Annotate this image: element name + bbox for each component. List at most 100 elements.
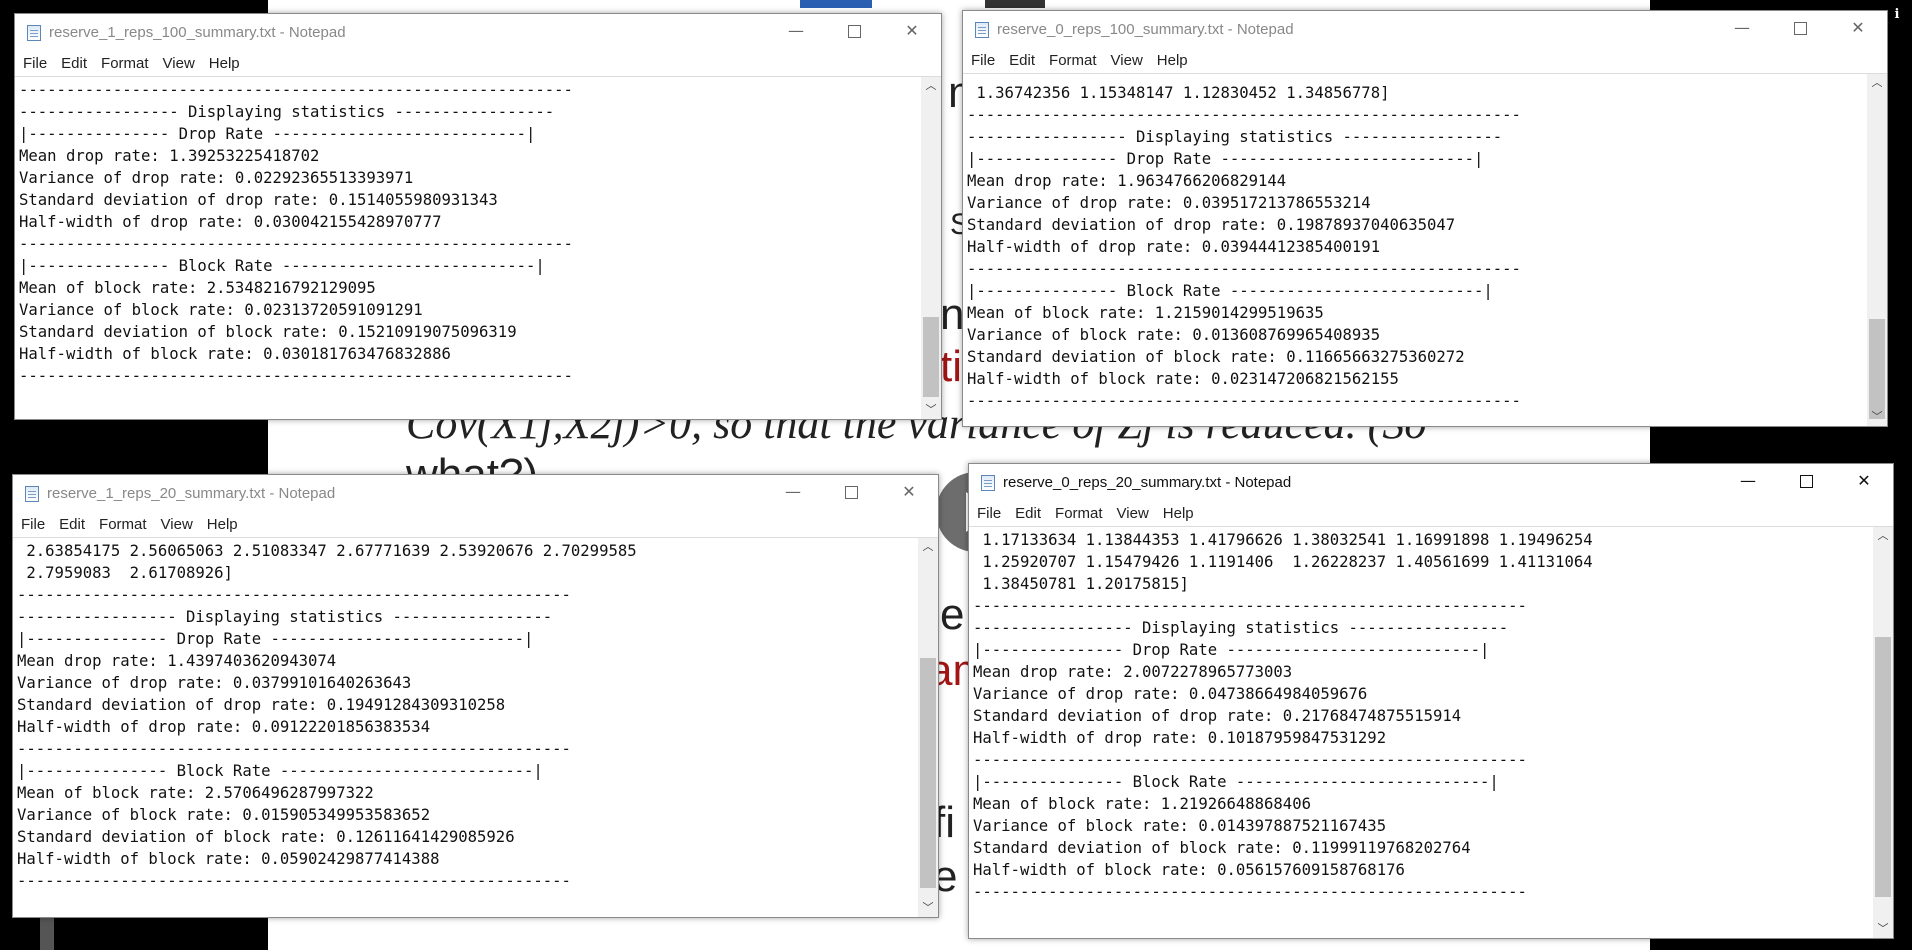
menu-view[interactable]: View [1103,49,1149,69]
text-line: ----------------------------------------… [17,740,571,758]
scroll-up-icon[interactable]: ︿ [921,77,941,95]
text-editor[interactable]: ----------------------------------------… [15,76,921,419]
info-icon[interactable]: i [1888,6,1906,24]
close-button[interactable]: ✕ [883,14,941,48]
menu-file[interactable]: File [969,502,1007,522]
menu-edit[interactable]: Edit [1001,49,1041,69]
text-editor[interactable]: 1.36742356 1.15348147 1.12830452 1.34856… [963,73,1867,426]
menu-edit[interactable]: Edit [1007,502,1047,522]
title-bar[interactable]: reserve_1_reps_100_summary.txt - Notepad… [15,14,941,52]
scroll-thumb[interactable] [923,317,939,397]
scroll-up-icon[interactable]: ︿ [918,538,938,556]
text-line: ----------------- Displaying statistics … [19,103,555,121]
close-button[interactable]: ✕ [1829,11,1887,45]
text-editor[interactable]: 1.17133634 1.13844353 1.41796626 1.38032… [969,526,1873,938]
text-line: Half-width of drop rate: 0.0912220185638… [17,718,431,736]
menu-help[interactable]: Help [199,513,244,533]
taskbar-highlight [800,0,872,8]
scroll-thumb[interactable] [1869,319,1885,419]
close-button[interactable]: ✕ [1835,464,1893,498]
menu-edit[interactable]: Edit [53,52,93,72]
vertical-scrollbar[interactable]: ︿ ﹀ [1873,526,1893,938]
vertical-scrollbar[interactable]: ︿ ﹀ [918,537,938,917]
text-line: Variance of block rate: 0.01590534995358… [17,806,431,824]
text-line: |--------------- Drop Rate -------------… [19,125,536,143]
title-bar[interactable]: reserve_0_reps_20_summary.txt - Notepad … [969,464,1893,502]
maximize-button[interactable] [1771,11,1829,45]
text-line: |--------------- Block Rate ------------… [973,773,1499,791]
maximize-button[interactable] [825,14,883,48]
minimize-button[interactable]: — [1713,11,1771,45]
slide-text-fragment: ti [940,342,962,391]
menu-help[interactable]: Help [1149,49,1194,69]
text-line: |--------------- Block Rate ------------… [17,762,543,780]
menu-format[interactable]: Format [91,513,153,533]
text-line: 1.25920707 1.15479426 1.1191406 1.262282… [973,553,1593,571]
minimize-button[interactable]: — [1719,464,1777,498]
text-line: ----------------------------------------… [973,597,1527,615]
close-button[interactable]: ✕ [880,475,938,509]
text-line: ----------------- Displaying statistics … [967,128,1503,146]
vertical-scrollbar[interactable]: ︿ ﹀ [1867,73,1887,426]
menu-edit[interactable]: Edit [51,513,91,533]
maximize-button[interactable] [822,475,880,509]
menu-view[interactable]: View [153,513,199,533]
minimize-button[interactable]: — [764,475,822,509]
menu-help[interactable]: Help [1155,502,1200,522]
scroll-up-icon[interactable]: ︿ [1873,527,1893,545]
minimize-button[interactable]: — [767,14,825,48]
text-line: Mean drop rate: 2.0072278965773003 [973,663,1293,681]
menu-format[interactable]: Format [1047,502,1109,522]
menu-view[interactable]: View [155,52,201,72]
text-line: ----------------------------------------… [17,872,571,890]
text-line: Variance of drop rate: 0.022923655133939… [19,169,414,187]
notepad-icon [27,25,41,41]
text-line: Half-width of drop rate: 0.1018795984753… [973,729,1387,747]
menu-format[interactable]: Format [1041,49,1103,69]
text-line: Mean drop rate: 1.9634766206829144 [967,172,1287,190]
text-line: Mean of block rate: 2.5348216792129095 [19,279,376,297]
notepad-window[interactable]: reserve_0_reps_20_summary.txt - Notepad … [968,463,1894,939]
text-line: Standard deviation of drop rate: 0.15140… [19,191,498,209]
notepad-window[interactable]: reserve_0_reps_100_summary.txt - Notepad… [962,10,1888,427]
notepad-window[interactable]: reserve_1_reps_100_summary.txt - Notepad… [14,13,942,420]
text-line: Standard deviation of drop rate: 0.19878… [967,216,1456,234]
text-line: Mean of block rate: 1.2159014299519635 [967,304,1324,322]
text-line: Mean of block rate: 2.5706496287997322 [17,784,374,802]
text-line: Standard deviation of drop rate: 0.19491… [17,696,506,714]
scroll-down-icon[interactable]: ﹀ [918,899,938,917]
text-editor[interactable]: 2.63854175 2.56065063 2.51083347 2.67771… [13,537,918,917]
menu-view[interactable]: View [1109,502,1155,522]
menu-format[interactable]: Format [93,52,155,72]
text-line: Variance of block rate: 0.02313720591091… [19,301,423,319]
scroll-up-icon[interactable]: ︿ [1867,74,1887,92]
scroll-thumb[interactable] [920,658,936,888]
menu-file[interactable]: File [15,52,53,72]
text-line: ----------------- Displaying statistics … [973,619,1509,637]
menu-file[interactable]: File [13,513,51,533]
text-line: Standard deviation of block rate: 0.1166… [967,348,1465,366]
menu-file[interactable]: File [963,49,1001,69]
text-line: Mean drop rate: 1.39253225418702 [19,147,320,165]
menu-help[interactable]: Help [201,52,246,72]
notepad-window[interactable]: reserve_1_reps_20_summary.txt - Notepad … [12,474,939,918]
scroll-down-icon[interactable]: ﹀ [1873,920,1893,938]
scroll-thumb[interactable] [1875,637,1891,897]
text-line: |--------------- Drop Rate -------------… [973,641,1490,659]
maximize-button[interactable] [1777,464,1835,498]
scroll-down-icon[interactable]: ﹀ [1867,408,1887,426]
vertical-scrollbar[interactable]: ︿ ﹀ [921,76,941,419]
text-line: 1.17133634 1.13844353 1.41796626 1.38032… [973,531,1593,549]
text-line: ----------------------------------------… [19,235,573,253]
text-line: Half-width of block rate: 0.023147206821… [967,370,1399,388]
text-line: ----------------------------------------… [967,106,1521,124]
notepad-icon [25,486,39,502]
text-line: |--------------- Drop Rate -------------… [967,150,1484,168]
title-bar[interactable]: reserve_1_reps_20_summary.txt - Notepad … [13,475,938,513]
menu-bar: File Edit Format View Help [963,49,1887,73]
title-bar[interactable]: reserve_0_reps_100_summary.txt - Notepad… [963,11,1887,49]
text-content: 2.63854175 2.56065063 2.51083347 2.67771… [13,538,918,892]
text-content: 1.36742356 1.15348147 1.12830452 1.34856… [963,74,1867,412]
text-line: Mean of block rate: 1.21926648868406 [973,795,1311,813]
scroll-down-icon[interactable]: ﹀ [921,401,941,419]
